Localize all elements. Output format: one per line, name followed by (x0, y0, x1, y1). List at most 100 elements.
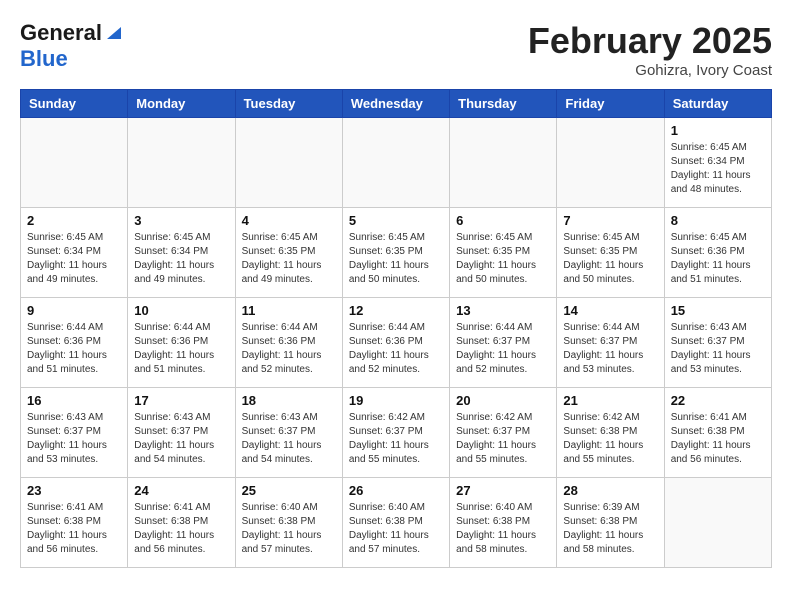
day-number: 19 (349, 393, 443, 408)
calendar-cell: 18 Sunrise: 6:43 AM Sunset: 6:37 PM Dayli… (235, 388, 342, 478)
calendar-week-2: 9 Sunrise: 6:44 AM Sunset: 6:36 PM Daylig… (21, 298, 772, 388)
day-info: Sunrise: 6:45 AM Sunset: 6:35 PM Dayligh… (242, 231, 336, 287)
day-info: Sunrise: 6:45 AM Sunset: 6:34 PM Dayligh… (671, 141, 765, 197)
calendar-cell (235, 118, 342, 208)
day-number: 5 (349, 213, 443, 228)
day-number: 25 (242, 483, 336, 498)
calendar-cell: 23 Sunrise: 6:41 AM Sunset: 6:38 PM Dayli… (21, 478, 128, 568)
calendar-cell: 1 Sunrise: 6:45 AM Sunset: 6:34 PM Daylig… (664, 118, 771, 208)
calendar-cell: 11 Sunrise: 6:44 AM Sunset: 6:36 PM Dayli… (235, 298, 342, 388)
day-info: Sunrise: 6:44 AM Sunset: 6:36 PM Dayligh… (349, 321, 443, 377)
day-info: Sunrise: 6:43 AM Sunset: 6:37 PM Dayligh… (134, 411, 228, 467)
day-info: Sunrise: 6:44 AM Sunset: 6:36 PM Dayligh… (242, 321, 336, 377)
day-info: Sunrise: 6:44 AM Sunset: 6:36 PM Dayligh… (134, 321, 228, 377)
day-info: Sunrise: 6:41 AM Sunset: 6:38 PM Dayligh… (671, 411, 765, 467)
day-number: 18 (242, 393, 336, 408)
calendar-cell (450, 118, 557, 208)
day-info: Sunrise: 6:45 AM Sunset: 6:34 PM Dayligh… (134, 231, 228, 287)
day-info: Sunrise: 6:40 AM Sunset: 6:38 PM Dayligh… (349, 501, 443, 557)
calendar-cell: 26 Sunrise: 6:40 AM Sunset: 6:38 PM Dayli… (342, 478, 449, 568)
calendar-cell: 14 Sunrise: 6:44 AM Sunset: 6:37 PM Dayli… (557, 298, 664, 388)
day-number: 27 (456, 483, 550, 498)
day-info: Sunrise: 6:43 AM Sunset: 6:37 PM Dayligh… (242, 411, 336, 467)
title-area: February 2025 Gohizra, Ivory Coast (528, 20, 772, 79)
day-number: 26 (349, 483, 443, 498)
calendar-cell: 19 Sunrise: 6:42 AM Sunset: 6:37 PM Dayli… (342, 388, 449, 478)
calendar-week-0: 1 Sunrise: 6:45 AM Sunset: 6:34 PM Daylig… (21, 118, 772, 208)
day-info: Sunrise: 6:43 AM Sunset: 6:37 PM Dayligh… (27, 411, 121, 467)
day-info: Sunrise: 6:44 AM Sunset: 6:36 PM Dayligh… (27, 321, 121, 377)
calendar-cell: 24Sunrise: 6:41 AM Sunset: 6:38 PM Dayli… (128, 478, 235, 568)
weekday-header-wednesday: Wednesday (342, 90, 449, 118)
calendar-cell: 12 Sunrise: 6:44 AM Sunset: 6:36 PM Dayli… (342, 298, 449, 388)
logo-general: General (20, 20, 102, 46)
calendar-week-1: 2 Sunrise: 6:45 AM Sunset: 6:34 PM Daylig… (21, 208, 772, 298)
day-info: Sunrise: 6:45 AM Sunset: 6:36 PM Dayligh… (671, 231, 765, 287)
day-number: 28 (563, 483, 657, 498)
day-number: 2 (27, 213, 121, 228)
day-number: 23 (27, 483, 121, 498)
calendar-cell (664, 478, 771, 568)
day-number: 11 (242, 303, 336, 318)
day-number: 6 (456, 213, 550, 228)
calendar-cell (342, 118, 449, 208)
month-title: February 2025 (528, 20, 772, 62)
calendar-cell: 25Sunrise: 6:40 AM Sunset: 6:38 PM Dayli… (235, 478, 342, 568)
calendar-cell: 15 Sunrise: 6:43 AM Sunset: 6:37 PM Dayli… (664, 298, 771, 388)
calendar-cell: 8 Sunrise: 6:45 AM Sunset: 6:36 PM Daylig… (664, 208, 771, 298)
day-number: 20 (456, 393, 550, 408)
weekday-header-row: SundayMondayTuesdayWednesdayThursdayFrid… (21, 90, 772, 118)
day-info: Sunrise: 6:42 AM Sunset: 6:38 PM Dayligh… (563, 411, 657, 467)
calendar-cell: 13 Sunrise: 6:44 AM Sunset: 6:37 PM Dayli… (450, 298, 557, 388)
day-number: 22 (671, 393, 765, 408)
day-info: Sunrise: 6:43 AM Sunset: 6:37 PM Dayligh… (671, 321, 765, 377)
calendar-cell (128, 118, 235, 208)
day-info: Sunrise: 6:39 AM Sunset: 6:38 PM Dayligh… (563, 501, 657, 557)
day-number: 16 (27, 393, 121, 408)
calendar-cell: 20Sunrise: 6:42 AM Sunset: 6:37 PM Dayli… (450, 388, 557, 478)
calendar-cell: 9 Sunrise: 6:44 AM Sunset: 6:36 PM Daylig… (21, 298, 128, 388)
day-number: 14 (563, 303, 657, 318)
calendar-cell: 4 Sunrise: 6:45 AM Sunset: 6:35 PM Daylig… (235, 208, 342, 298)
day-info: Sunrise: 6:45 AM Sunset: 6:34 PM Dayligh… (27, 231, 121, 287)
weekday-header-tuesday: Tuesday (235, 90, 342, 118)
day-info: Sunrise: 6:45 AM Sunset: 6:35 PM Dayligh… (349, 231, 443, 287)
day-number: 12 (349, 303, 443, 318)
day-info: Sunrise: 6:44 AM Sunset: 6:37 PM Dayligh… (563, 321, 657, 377)
day-number: 4 (242, 213, 336, 228)
day-number: 8 (671, 213, 765, 228)
day-number: 21 (563, 393, 657, 408)
calendar-week-3: 16 Sunrise: 6:43 AM Sunset: 6:37 PM Dayli… (21, 388, 772, 478)
day-info: Sunrise: 6:41 AM Sunset: 6:38 PM Dayligh… (134, 501, 228, 557)
day-number: 17 (134, 393, 228, 408)
calendar-cell: 7 Sunrise: 6:45 AM Sunset: 6:35 PM Daylig… (557, 208, 664, 298)
calendar-cell: 10Sunrise: 6:44 AM Sunset: 6:36 PM Dayli… (128, 298, 235, 388)
day-info: Sunrise: 6:45 AM Sunset: 6:35 PM Dayligh… (563, 231, 657, 287)
logo: General Blue (20, 20, 121, 72)
header: General Blue February 2025 Gohizra, Ivor… (20, 20, 772, 79)
day-number: 15 (671, 303, 765, 318)
calendar-cell: 21 Sunrise: 6:42 AM Sunset: 6:38 PM Dayli… (557, 388, 664, 478)
day-number: 9 (27, 303, 121, 318)
day-info: Sunrise: 6:44 AM Sunset: 6:37 PM Dayligh… (456, 321, 550, 377)
calendar-cell (557, 118, 664, 208)
calendar-cell: 3Sunrise: 6:45 AM Sunset: 6:34 PM Daylig… (128, 208, 235, 298)
day-number: 1 (671, 123, 765, 138)
day-number: 13 (456, 303, 550, 318)
calendar-cell (21, 118, 128, 208)
calendar-cell: 2 Sunrise: 6:45 AM Sunset: 6:34 PM Daylig… (21, 208, 128, 298)
weekday-header-saturday: Saturday (664, 90, 771, 118)
calendar-cell: 16 Sunrise: 6:43 AM Sunset: 6:37 PM Dayli… (21, 388, 128, 478)
weekday-header-monday: Monday (128, 90, 235, 118)
weekday-header-thursday: Thursday (450, 90, 557, 118)
calendar-week-4: 23 Sunrise: 6:41 AM Sunset: 6:38 PM Dayli… (21, 478, 772, 568)
day-info: Sunrise: 6:41 AM Sunset: 6:38 PM Dayligh… (27, 501, 121, 557)
day-number: 7 (563, 213, 657, 228)
calendar-table: SundayMondayTuesdayWednesdayThursdayFrid… (20, 89, 772, 568)
calendar-cell: 5 Sunrise: 6:45 AM Sunset: 6:35 PM Daylig… (342, 208, 449, 298)
location: Gohizra, Ivory Coast (528, 62, 772, 79)
calendar-cell: 22 Sunrise: 6:41 AM Sunset: 6:38 PM Dayli… (664, 388, 771, 478)
calendar-cell: 28 Sunrise: 6:39 AM Sunset: 6:38 PM Dayli… (557, 478, 664, 568)
logo-triangle-icon (103, 23, 121, 41)
day-info: Sunrise: 6:42 AM Sunset: 6:37 PM Dayligh… (349, 411, 443, 467)
